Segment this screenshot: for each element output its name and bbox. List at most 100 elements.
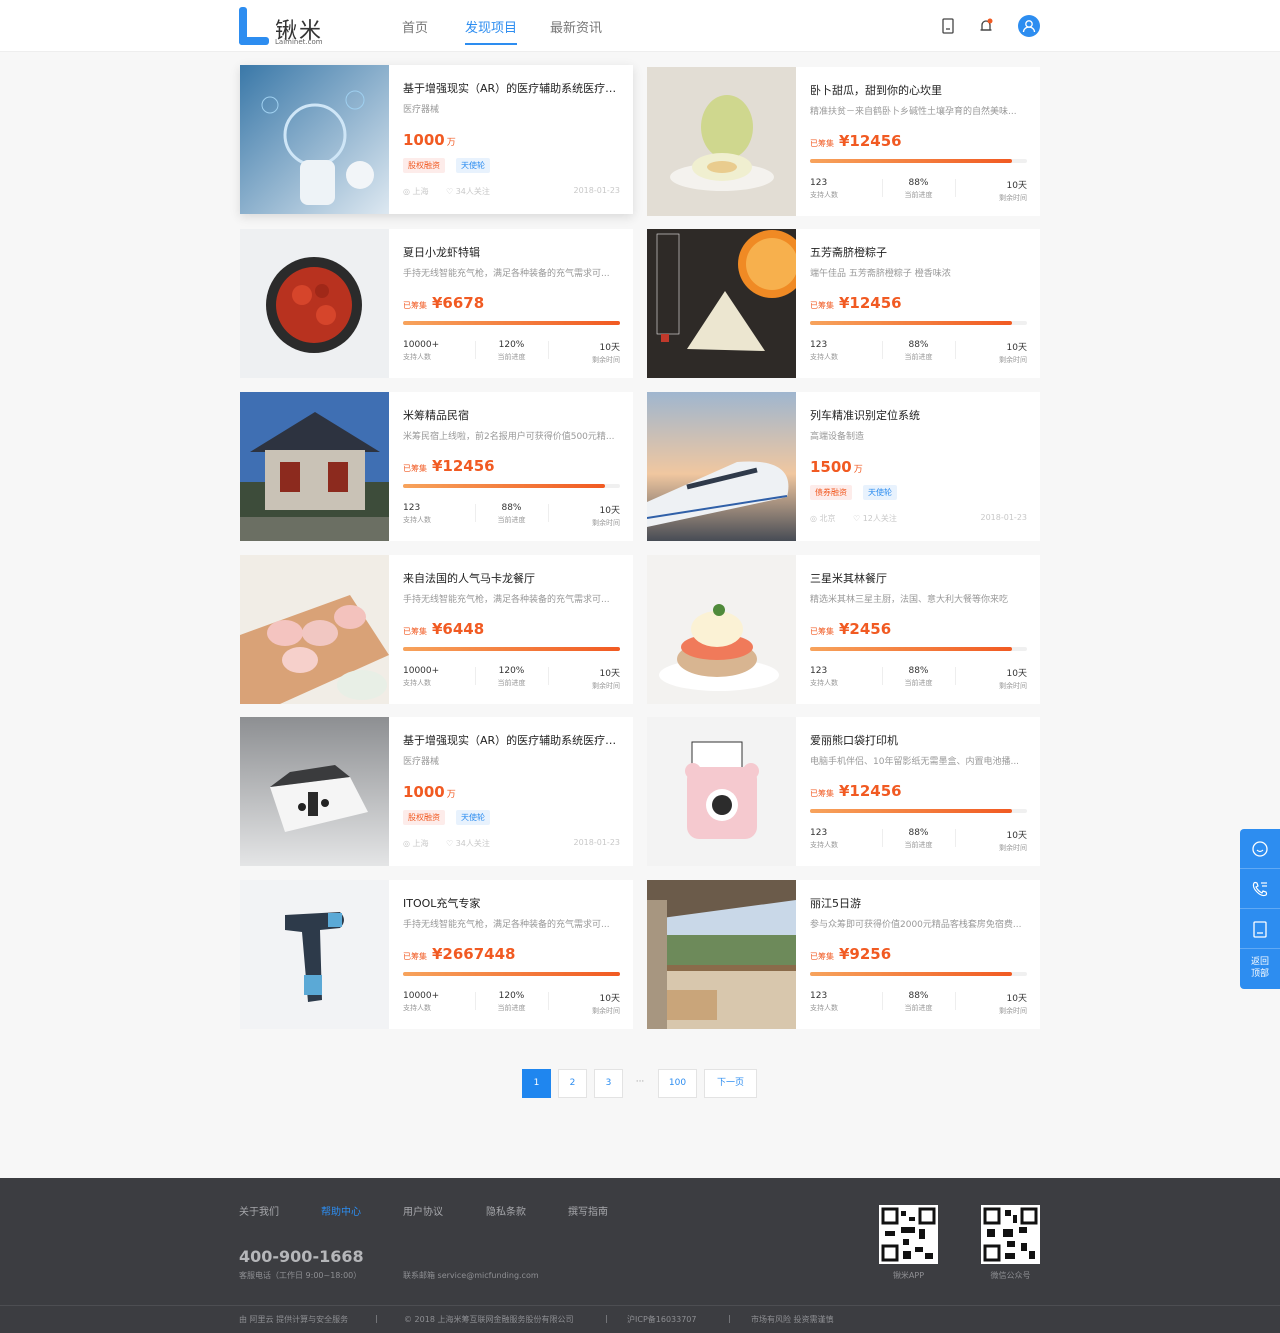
- divider: [548, 992, 549, 1010]
- user-icon: [1022, 20, 1036, 33]
- feedback-button[interactable]: [1240, 909, 1280, 949]
- project-category: 医疗器械: [403, 105, 440, 115]
- project-category: 高端设备制造: [810, 432, 865, 442]
- project-title[interactable]: 基于增强现实（AR）的医疗辅助系统医疗系...: [403, 80, 620, 96]
- raised-label: 已筹集: [810, 789, 834, 798]
- project-image-zongzi: [647, 229, 796, 378]
- project-title[interactable]: 列车精准识别定位系统: [810, 407, 1027, 423]
- project-card[interactable]: 列车精准识别定位系统 高端设备制造 1500 万 债券融资 天使轮 ◎ 北京 ♡ …: [647, 392, 1040, 541]
- project-description: 端午佳品 五芳斋脐橙粽子 橙香味浓: [810, 269, 951, 279]
- footer-link-privacy[interactable]: 隐私条款: [486, 1203, 526, 1218]
- stat-backers: 123 支持人数: [810, 666, 838, 687]
- project-amount: ¥12456: [432, 457, 495, 475]
- project-card[interactable]: 五芳斋脐橙粽子 端午佳品 五芳斋脐橙粽子 橙香味浓 已筹集 ¥12456 123…: [647, 229, 1040, 378]
- stat-backers: 123 支持人数: [810, 828, 838, 849]
- nav-home[interactable]: 首页: [402, 17, 428, 36]
- project-card[interactable]: 基于增强现实（AR）的医疗辅助系统医疗系... 医疗器械 1000 万 股权融资 …: [240, 65, 633, 214]
- footer-link-guide[interactable]: 撰写指南: [568, 1203, 608, 1218]
- raised-label: 已筹集: [810, 627, 834, 636]
- stat-backers: 123 支持人数: [810, 991, 838, 1012]
- project-card[interactable]: 基于增强现实（AR）的医疗辅助系统医疗系... 医疗器械 1000 万 股权融资 …: [240, 717, 633, 866]
- qr-code-icon: [983, 1207, 1038, 1262]
- project-description: 手持无线智能充气枪，满足各种装备的充气需求可...: [403, 269, 610, 279]
- project-amount: ¥9256: [839, 945, 892, 963]
- user-avatar[interactable]: [1018, 15, 1040, 37]
- divider: [955, 992, 956, 1010]
- footer-link-agreement[interactable]: 用户协议: [403, 1203, 443, 1218]
- logo[interactable]: 锹米 Laiminet.com: [239, 7, 329, 49]
- online-chat-button[interactable]: [1240, 829, 1280, 869]
- project-follows: ♡ 34人关注: [446, 839, 490, 848]
- project-card[interactable]: 爱丽熊口袋打印机 电脑手机伴侣、10年留影纸无需墨盒、内置电池播... 已筹集 …: [647, 717, 1040, 866]
- stat-remaining: 10天 剩余时间: [999, 181, 1027, 202]
- chat-icon: [1252, 841, 1268, 857]
- nav-discover-projects[interactable]: 发现项目: [465, 17, 518, 45]
- page-100-button[interactable]: 100: [658, 1069, 697, 1098]
- project-title[interactable]: 基于增强现实（AR）的医疗辅助系统医疗系...: [403, 732, 620, 748]
- project-title[interactable]: 卧卜甜瓜，甜到你的心坎里: [810, 82, 1027, 98]
- amount-unit: 万: [446, 138, 456, 148]
- project-title[interactable]: 三星米其林餐厅: [810, 570, 1027, 586]
- project-date: 2018-01-23: [573, 838, 621, 847]
- footer-link-about[interactable]: 关于我们: [239, 1203, 279, 1218]
- progress-fill: [810, 321, 1012, 325]
- stat-remaining: 10天 剩余时间: [999, 669, 1027, 690]
- back-to-top-button[interactable]: 返回顶部: [1240, 956, 1280, 980]
- stat-progress: 88% 当前进度: [904, 340, 933, 361]
- document-icon[interactable]: [939, 17, 957, 35]
- page-1-button[interactable]: 1: [522, 1069, 551, 1098]
- project-title[interactable]: ITOOL充气专家: [403, 895, 620, 911]
- footer-link-help[interactable]: 帮助中心: [321, 1203, 361, 1218]
- progress-bar: [403, 647, 620, 651]
- project-card[interactable]: 夏日小龙虾特辑 手持无线智能充气枪，满足各种装备的充气需求可... 已筹集 ¥6…: [240, 229, 633, 378]
- raised-label: 已筹集: [810, 139, 834, 148]
- bell-icon[interactable]: [977, 17, 995, 35]
- project-card[interactable]: 三星米其林餐厅 精选米其林三星主厨，法国、意大利大餐等你来吃 已筹集 ¥2456…: [647, 555, 1040, 704]
- project-description: 手持无线智能充气枪，满足各种装备的充气需求可...: [403, 920, 610, 930]
- progress-bar: [810, 809, 1027, 813]
- project-follows: ♡ 34人关注: [446, 187, 490, 196]
- project-amount: 1500 万: [810, 458, 863, 476]
- page-2-button[interactable]: 2: [558, 1069, 587, 1098]
- project-image-ar-medical: [240, 65, 389, 214]
- project-title[interactable]: 米筹精品民宿: [403, 407, 620, 423]
- project-title[interactable]: 五芳斋脐橙粽子: [810, 244, 1027, 260]
- project-title[interactable]: 来自法国的人气马卡龙餐厅: [403, 570, 620, 586]
- project-card[interactable]: 来自法国的人气马卡龙餐厅 手持无线智能充气枪，满足各种装备的充气需求可... 已…: [240, 555, 633, 704]
- page-3-button[interactable]: 3: [594, 1069, 623, 1098]
- phone-icon: [1252, 881, 1268, 897]
- qr-code-icon: [881, 1207, 936, 1262]
- divider: [955, 341, 956, 359]
- progress-fill: [810, 159, 1012, 163]
- divider: [475, 992, 476, 1010]
- project-image-crayfish: [240, 229, 389, 378]
- project-amount: ¥6448: [432, 620, 485, 638]
- project-location: ◎ 上海: [403, 187, 429, 196]
- footer-icp: 沪ICP备16033707: [627, 1315, 697, 1324]
- project-card[interactable]: ITOOL充气专家 手持无线智能充气枪，满足各种装备的充气需求可... 已筹集 …: [240, 880, 633, 1029]
- phone-contact-button[interactable]: [1240, 869, 1280, 909]
- project-title[interactable]: 夏日小龙虾特辑: [403, 244, 620, 260]
- stat-backers: 10000+ 支持人数: [403, 340, 440, 361]
- project-card[interactable]: 米筹精品民宿 米筹民宿上线啦，前2名报用户可获得价值500元精... 已筹集 ¥…: [240, 392, 633, 541]
- next-page-button[interactable]: 下一页: [704, 1069, 757, 1098]
- divider: [475, 341, 476, 359]
- project-image-macaron: [240, 555, 389, 704]
- qr-code-app: [879, 1205, 938, 1264]
- project-image-lijiang: [647, 880, 796, 1029]
- project-title[interactable]: 爱丽熊口袋打印机: [810, 732, 1027, 748]
- nav-latest-news[interactable]: 最新资讯: [550, 17, 602, 36]
- project-title[interactable]: 丽江5日游: [810, 895, 1027, 911]
- project-card[interactable]: 丽江5日游 参与众筹即可获得价值2000元精品客栈套房免宿费... 已筹集 ¥9…: [647, 880, 1040, 1029]
- progress-fill: [403, 647, 620, 651]
- footer-copyright: © 2018 上海米筹互联网金融服务股份有限公司: [404, 1315, 574, 1324]
- stat-backers: 123 支持人数: [810, 178, 838, 199]
- stat-progress: 120% 当前进度: [497, 666, 526, 687]
- project-card[interactable]: 卧卜甜瓜，甜到你的心坎里 精准扶贫－来自鹤卧卜乡碱性土壤孕育的自然美味... 已…: [647, 67, 1040, 216]
- project-image-vr-headset: [240, 717, 389, 866]
- project-amount: ¥12456: [839, 132, 902, 150]
- stat-remaining: 10天 剩余时间: [592, 994, 620, 1015]
- divider: [548, 341, 549, 359]
- project-amount: ¥2456: [839, 620, 892, 638]
- divider: [548, 504, 549, 522]
